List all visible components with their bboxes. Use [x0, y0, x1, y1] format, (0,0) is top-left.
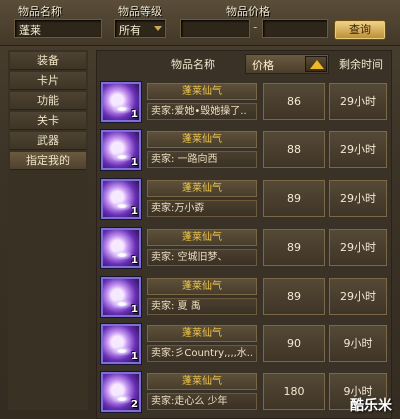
- item-glow: [111, 201, 133, 211]
- seller-name: 卖家:走心么 少年: [147, 393, 257, 410]
- sidebar-item-equipment[interactable]: 装备: [10, 52, 86, 70]
- item-count: 1: [131, 304, 138, 315]
- item-name: 蓬莱仙气: [147, 229, 257, 246]
- seller-name: 卖家:万小孬: [147, 200, 257, 217]
- item-price: 89: [263, 180, 325, 217]
- time-remaining: 29小时: [329, 180, 387, 217]
- item-glow: [111, 250, 133, 260]
- price-range-dash: -: [253, 20, 258, 34]
- item-name: 蓬莱仙气: [147, 278, 257, 295]
- listing-panel: 物品名称 价格 剩余时间 1 蓬莱仙气 卖家:爱她•毁她操了.. 86 29小时…: [96, 50, 392, 419]
- item-price: 180: [263, 373, 325, 410]
- purple-swirl-item-icon[interactable]: 1: [101, 82, 141, 122]
- column-header-name[interactable]: 物品名称: [143, 55, 243, 75]
- item-count: 1: [131, 351, 138, 362]
- item-price-label: 物品价格: [226, 5, 270, 18]
- listing-row[interactable]: 1 蓬莱仙气 卖家:爱她•毁她操了.. 86 29小时: [101, 81, 389, 125]
- item-count: 1: [131, 109, 138, 120]
- listing-row[interactable]: 1 蓬莱仙气 卖家:万小孬 89 29小时: [101, 178, 389, 222]
- time-remaining: 29小时: [329, 278, 387, 315]
- sidebar-item-weapons[interactable]: 武器: [10, 132, 86, 150]
- sidebar-item-stages[interactable]: 关卡: [10, 112, 86, 130]
- item-name: 蓬莱仙气: [147, 180, 257, 197]
- listing-row[interactable]: 2 蓬莱仙气 卖家:走心么 少年 180 9小时: [101, 371, 389, 415]
- item-name: 蓬莱仙气: [147, 373, 257, 390]
- site-watermark: 酷乐米: [350, 398, 392, 414]
- sidebar-item-cards[interactable]: 卡片: [10, 72, 86, 90]
- listing-row[interactable]: 1 蓬莱仙气 卖家: 一路向西 88 29小时: [101, 129, 389, 173]
- purple-swirl-item-icon[interactable]: 1: [101, 277, 141, 317]
- purple-swirl-item-icon[interactable]: 1: [101, 228, 141, 268]
- time-remaining: 29小时: [329, 229, 387, 266]
- item-price: 90: [263, 325, 325, 362]
- item-price: 86: [263, 83, 325, 120]
- seller-name: 卖家:爱她•毁她操了..: [147, 103, 257, 120]
- purple-swirl-item-icon[interactable]: 1: [101, 324, 141, 364]
- auction-window: 物品名称 蓬莱 物品等级 所有 物品价格 - 查询 装备 卡片 功能 关卡 武器…: [0, 0, 400, 419]
- item-price: 88: [263, 131, 325, 168]
- sidebar-item-assigned-to-me[interactable]: 指定我的: [10, 152, 86, 170]
- item-name-label: 物品名称: [18, 5, 62, 18]
- query-button[interactable]: 查询: [334, 20, 386, 40]
- purple-swirl-item-icon[interactable]: 2: [101, 372, 141, 412]
- seller-name: 卖家:彡Country,,,,水..: [147, 345, 257, 362]
- sidebar-item-function[interactable]: 功能: [10, 92, 86, 110]
- category-sidebar: 装备 卡片 功能 关卡 武器 指定我的: [8, 50, 88, 410]
- time-remaining: 9小时: [329, 325, 387, 362]
- seller-name: 卖家: 空城旧梦、: [147, 249, 257, 266]
- time-remaining: 29小时: [329, 131, 387, 168]
- price-max-input[interactable]: [262, 19, 328, 38]
- item-price: 89: [263, 229, 325, 266]
- price-min-input[interactable]: [180, 19, 250, 38]
- triangle-up-icon: [310, 60, 324, 69]
- item-glow: [111, 346, 133, 356]
- time-remaining: 29小时: [329, 83, 387, 120]
- listing-row[interactable]: 1 蓬莱仙气 卖家:彡Country,,,,水.. 90 9小时: [101, 323, 389, 367]
- item-glow: [111, 104, 133, 114]
- purple-swirl-item-icon[interactable]: 1: [101, 130, 141, 170]
- purple-swirl-item-icon[interactable]: 1: [101, 179, 141, 219]
- listing-row[interactable]: 1 蓬莱仙气 卖家: 夏 禹 89 29小时: [101, 276, 389, 320]
- search-header: 物品名称 蓬莱 物品等级 所有 物品价格 - 查询: [0, 0, 400, 46]
- column-header-price[interactable]: 价格: [245, 54, 329, 74]
- item-price: 89: [263, 278, 325, 315]
- sort-price-button[interactable]: [305, 56, 327, 72]
- item-level-value: 所有: [119, 24, 141, 37]
- item-count: 2: [131, 399, 138, 410]
- price-header-label: 价格: [252, 59, 274, 72]
- item-name: 蓬莱仙气: [147, 83, 257, 100]
- item-name-input[interactable]: 蓬莱: [14, 19, 102, 38]
- item-glow: [111, 152, 133, 162]
- item-level-label: 物品等级: [118, 5, 162, 18]
- column-header-time[interactable]: 剩余时间: [333, 55, 389, 75]
- item-glow: [111, 299, 133, 309]
- item-count: 1: [131, 206, 138, 217]
- item-glow: [111, 394, 133, 404]
- chevron-down-icon: [154, 26, 162, 31]
- item-name: 蓬莱仙气: [147, 131, 257, 148]
- seller-name: 卖家: 一路向西: [147, 151, 257, 168]
- item-level-select[interactable]: 所有: [114, 19, 166, 38]
- listing-row[interactable]: 1 蓬莱仙气 卖家: 空城旧梦、 89 29小时: [101, 227, 389, 271]
- item-name: 蓬莱仙气: [147, 325, 257, 342]
- seller-name: 卖家: 夏 禹: [147, 298, 257, 315]
- item-count: 1: [131, 157, 138, 168]
- item-count: 1: [131, 255, 138, 266]
